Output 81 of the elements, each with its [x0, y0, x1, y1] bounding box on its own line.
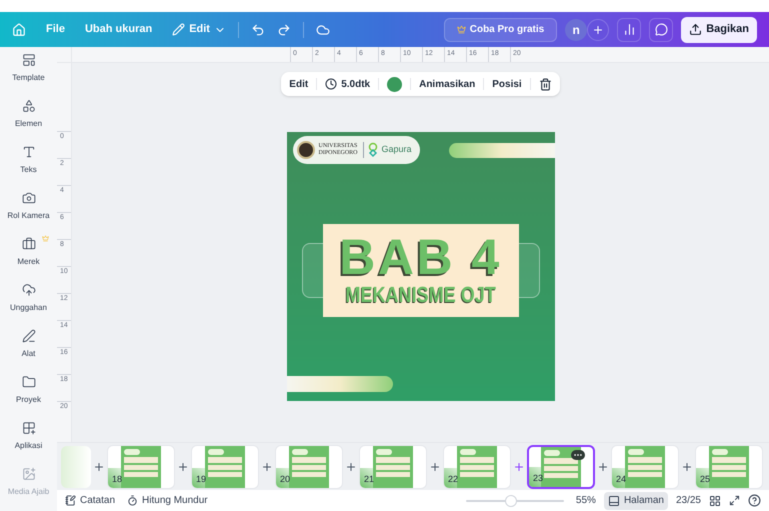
notes-icon	[65, 495, 76, 506]
page-number: 22	[448, 473, 458, 486]
fullscreen-icon[interactable]	[729, 495, 740, 506]
color-swatch[interactable]	[387, 76, 402, 92]
view-button[interactable]: Halaman	[604, 492, 668, 510]
help-icon[interactable]	[748, 494, 761, 507]
slide-preview	[709, 446, 749, 488]
template-icon	[22, 53, 36, 67]
emblem-icon	[296, 141, 314, 159]
timer-button[interactable]: Hitung Mundur	[127, 493, 208, 508]
subtitle-text: MEKANISME OJT	[345, 282, 496, 308]
pen-icon	[22, 329, 36, 343]
page-number: 18	[112, 473, 122, 486]
shapes-icon	[22, 99, 36, 113]
image-sparkle-icon	[22, 467, 36, 481]
page-thumbnail[interactable]: 18	[107, 444, 175, 488]
comment-icon[interactable]	[649, 18, 674, 42]
page-count: 23/25	[676, 494, 701, 508]
page-view-icon	[608, 494, 620, 506]
chart-icon[interactable]	[617, 18, 642, 42]
page-number: 24	[616, 473, 626, 486]
slide-preview	[121, 446, 161, 488]
grid-view-icon[interactable]	[709, 494, 721, 506]
slide-preview	[373, 446, 413, 488]
share-button[interactable]: Bagikan	[681, 16, 757, 42]
camera-icon	[22, 191, 36, 205]
sidebar-item[interactable]: Rol Kamera	[0, 189, 57, 235]
sidebar-item[interactable]: Aplikasi	[0, 419, 57, 465]
cloud-upload-icon	[22, 283, 36, 297]
sidebar-item[interactable]: Merek	[0, 235, 57, 281]
slide-preview	[61, 446, 91, 488]
redo-icon[interactable]	[276, 22, 291, 36]
slide-preview	[205, 446, 245, 488]
try-pro-button[interactable]: Coba Pro gratis	[444, 18, 558, 42]
page-number: 19	[196, 473, 206, 486]
edit-button[interactable]: Edit	[289, 76, 308, 92]
page-thumbnail[interactable]: 19	[191, 444, 259, 488]
slide-preview	[541, 446, 581, 486]
sidebar-item[interactable]: Teks	[0, 143, 57, 189]
sidebar-item[interactable]: Elemen	[0, 97, 57, 143]
sidebar-item[interactable]: Template	[0, 51, 57, 97]
trash-icon[interactable]	[538, 78, 552, 90]
text-icon	[22, 145, 36, 159]
partner-name: Gapura	[382, 143, 413, 156]
page-thumbnail[interactable]: 24	[611, 444, 679, 488]
page-number: 20	[280, 473, 290, 486]
cloud-saved-icon	[316, 22, 330, 36]
page-thumbnail[interactable]: 20	[275, 444, 343, 488]
page-number: 21	[364, 473, 374, 486]
page-number: 25	[700, 473, 710, 486]
position-button[interactable]: Posisi	[492, 76, 522, 92]
page-thumbnail[interactable]: 25	[695, 444, 763, 488]
undo-icon[interactable]	[250, 22, 265, 36]
notes-button[interactable]: Catatan	[65, 493, 116, 508]
crown-icon	[42, 235, 49, 242]
apps-icon	[22, 421, 36, 435]
zoom-reading: 55%	[576, 494, 596, 508]
add-person-icon[interactable]	[587, 18, 610, 40]
partner-logo-icon	[368, 142, 378, 158]
avatar[interactable]: n	[565, 18, 588, 40]
pencil-icon	[172, 23, 186, 36]
animate-button[interactable]: Animasikan	[419, 76, 476, 92]
title-text: BAB 4	[339, 232, 502, 282]
slide-preview	[457, 446, 497, 488]
clock-icon	[325, 78, 338, 90]
folder-icon	[22, 375, 36, 389]
sidebar-item[interactable]: Proyek	[0, 373, 57, 419]
slide-preview	[289, 446, 329, 488]
page-thumbnail[interactable]: 23	[527, 444, 595, 488]
page-thumbnail[interactable]: 21	[359, 444, 427, 488]
page-thumbnail[interactable]: 22	[443, 444, 511, 488]
sidebar-item[interactable]: Alat	[0, 327, 57, 373]
sidebar-item[interactable]: Unggahan	[0, 281, 57, 327]
duration-button[interactable]: 5.0dtk	[325, 76, 370, 92]
zoom-slider-thumb[interactable]	[505, 494, 517, 506]
briefcase-icon	[22, 237, 36, 251]
slide-preview	[625, 446, 665, 488]
page-number: 23	[533, 472, 544, 485]
share-icon	[689, 23, 702, 36]
timer-icon	[127, 495, 138, 506]
crown-icon	[456, 25, 466, 34]
